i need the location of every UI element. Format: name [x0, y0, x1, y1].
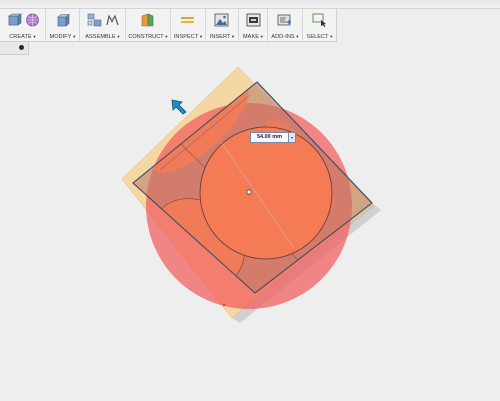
dimension-input-box[interactable]: 54.00 mm ▾	[250, 132, 296, 143]
window-top-strip	[0, 0, 500, 9]
3d-print-icon[interactable]	[246, 13, 261, 27]
select-group[interactable]: SELECT ▾	[303, 9, 336, 41]
vertex-marker	[222, 303, 226, 307]
center-point[interactable]	[246, 189, 252, 195]
panel-pin-icon[interactable]	[19, 45, 24, 50]
insert-image-icon[interactable]	[214, 13, 229, 27]
select-window-icon[interactable]	[312, 13, 327, 27]
modify-label: MODIFY ▾	[49, 34, 76, 40]
assemble-label: ASSEMBLE ▾	[85, 34, 120, 40]
model-view[interactable]	[0, 55, 500, 401]
dimension-dropdown-button[interactable]: ▾	[289, 132, 296, 143]
inspect-group[interactable]: INSPECT ▾	[171, 9, 206, 41]
inspect-label: INSPECT ▾	[173, 34, 203, 40]
construct-label: CONSTRUCT ▾	[128, 34, 168, 40]
press-pull-icon[interactable]	[55, 13, 70, 27]
dimension-value-field[interactable]: 54.00 mm	[250, 132, 289, 143]
select-label: SELECT ▾	[306, 34, 333, 40]
ribbon-toolbar: CREATE ▾ MODIFY ▾ ASSEMBLE ▾ CONSTRUCT ▾	[0, 9, 337, 42]
canvas-viewport[interactable]: 54.00 mm ▾	[0, 55, 500, 401]
manipulator-arrow-icon[interactable]	[170, 98, 188, 116]
sketch-box-icon[interactable]	[7, 13, 22, 27]
joint-icon[interactable]	[105, 13, 120, 27]
addins-label: ADD-INS ▾	[271, 34, 299, 40]
modify-group[interactable]: MODIFY ▾	[46, 9, 80, 41]
make-group[interactable]: MAKE ▾	[239, 9, 268, 41]
make-label: MAKE ▾	[243, 34, 263, 40]
create-label: CREATE ▾	[9, 34, 36, 40]
create-group[interactable]: CREATE ▾	[0, 9, 46, 41]
scripts-addins-icon[interactable]	[277, 13, 292, 27]
measure-icon[interactable]	[180, 13, 195, 27]
form-sphere-icon[interactable]	[25, 13, 40, 27]
offset-plane-icon[interactable]	[140, 13, 155, 27]
cut-face-front[interactable]	[199, 126, 333, 260]
addins-group[interactable]: ADD-INS ▾	[268, 9, 303, 41]
new-component-icon[interactable]	[87, 13, 102, 27]
insert-group[interactable]: INSERT ▾	[206, 9, 239, 41]
assemble-group[interactable]: ASSEMBLE ▾	[80, 9, 126, 41]
browser-panel-tab[interactable]	[0, 42, 29, 55]
insert-label: INSERT ▾	[209, 34, 235, 40]
construct-group[interactable]: CONSTRUCT ▾	[126, 9, 171, 41]
